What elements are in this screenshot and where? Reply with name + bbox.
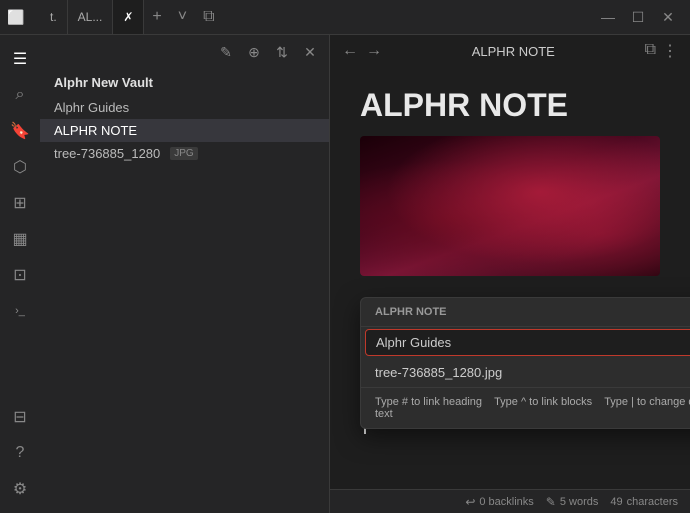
backlinks-status[interactable]: ↩ 0 backlinks: [465, 495, 533, 509]
new-folder-icon[interactable]: ⊕: [243, 41, 265, 63]
back-button[interactable]: ←: [342, 42, 358, 60]
tabs-area: t. AL... ✗ + ˅ ⧉: [40, 0, 594, 34]
tab-t-label: t.: [50, 10, 57, 24]
tab-chevron[interactable]: ˅: [170, 8, 195, 26]
titlebar-left: ⬜: [0, 9, 40, 25]
layers-sidebar-icon[interactable]: ⊡: [4, 259, 36, 291]
template-sidebar-icon[interactable]: ⊟: [4, 401, 36, 433]
tab-al-label: AL...: [78, 10, 103, 24]
sort-icon[interactable]: ⇅: [271, 41, 293, 63]
file-tree: Alphr Guides ALPHR NOTE tree-736885_1280…: [40, 96, 329, 513]
note-title: ALPHR NOTE: [360, 87, 660, 124]
search-sidebar-icon[interactable]: ⌕: [4, 79, 36, 111]
forward-button[interactable]: →: [366, 42, 382, 60]
titlebar-controls: — ☐ ✕: [594, 6, 690, 28]
editor-toolbar-right: ⧉ ⋮: [645, 41, 678, 61]
titlebar: ⬜ t. AL... ✗ + ˅ ⧉ — ☐ ✕: [0, 0, 690, 35]
tab-al[interactable]: AL...: [68, 0, 114, 34]
file-panel-toolbar: ✎ ⊕ ⇅ ✕: [40, 35, 329, 69]
minimize-button[interactable]: —: [594, 6, 622, 28]
autocomplete-dropdown: ALPHR NOTE Alphr Guides tree-736885_1280…: [360, 297, 690, 429]
tree-item-label: ALPHR NOTE: [54, 123, 137, 138]
note-image-inner: [360, 136, 660, 276]
calendar-sidebar-icon[interactable]: ▦: [4, 223, 36, 255]
chars-status: 49 characters: [610, 496, 678, 508]
tab-alphr[interactable]: ✗: [113, 0, 144, 34]
note-image: [360, 136, 660, 276]
grid-sidebar-icon[interactable]: ⊞: [4, 187, 36, 219]
editor-area: ← → ALPHR NOTE ⧉ ⋮ ALPHR NOTE ALPHR NOTE…: [330, 35, 690, 513]
tab-t[interactable]: t.: [40, 0, 68, 34]
autocomplete-header: ALPHR NOTE: [361, 298, 690, 327]
vault-name: Alphr New Vault: [40, 69, 329, 96]
edit-icon: ✎: [546, 495, 556, 509]
editor-title: ALPHR NOTE: [390, 44, 637, 59]
file-type-badge: JPG: [170, 147, 197, 160]
editor-toolbar: ← → ALPHR NOTE ⧉ ⋮: [330, 35, 690, 67]
more-options-icon[interactable]: ⋮: [662, 41, 678, 61]
backlinks-label: 0 backlinks: [479, 496, 533, 508]
chars-suffix: characters: [627, 496, 678, 508]
tree-item-alphr-note[interactable]: ALPHR NOTE: [40, 119, 329, 142]
chars-count: 49: [610, 496, 622, 508]
editor-content[interactable]: ALPHR NOTE ALPHR NOTE Alphr Guides tree-…: [330, 67, 690, 489]
layout-icon[interactable]: ⧉: [195, 8, 222, 26]
hint-link-heading: Type # to link heading: [375, 396, 482, 408]
main-layout: ☰ ⌕ 🔖 ⬡ ⊞ ▦ ⊡ ›_ ⊟ ? ⚙ ✎ ⊕ ⇅ ✕ Alphr New…: [0, 35, 690, 513]
words-status: ✎ 5 words: [546, 495, 599, 509]
terminal-sidebar-icon[interactable]: ›_: [4, 295, 36, 327]
settings-sidebar-icon[interactable]: ⚙: [4, 473, 36, 505]
tree-item-image[interactable]: tree-736885_1280 JPG: [40, 142, 329, 165]
add-tab-button[interactable]: +: [144, 8, 169, 26]
new-file-icon[interactable]: ✎: [215, 41, 237, 63]
tree-item-label: tree-736885_1280: [54, 146, 160, 161]
sidebar-icons: ☰ ⌕ 🔖 ⬡ ⊞ ▦ ⊡ ›_ ⊟ ? ⚙: [0, 35, 40, 513]
file-panel: ✎ ⊕ ⇅ ✕ Alphr New Vault Alphr Guides ALP…: [40, 35, 330, 513]
graph-sidebar-icon[interactable]: ⬡: [4, 151, 36, 183]
files-sidebar-icon[interactable]: ☰: [4, 43, 36, 75]
words-label: 5 words: [560, 496, 599, 508]
sidebar-icons-bottom: ⊟ ? ⚙: [4, 401, 36, 513]
tree-item-alphr-guides[interactable]: Alphr Guides: [40, 96, 329, 119]
autocomplete-hint: Type # to link heading Type ^ to link bl…: [361, 387, 690, 428]
maximize-button[interactable]: ☐: [624, 6, 652, 28]
backlinks-icon: ↩: [465, 495, 475, 509]
tree-item-label: Alphr Guides: [54, 100, 129, 115]
status-bar: ↩ 0 backlinks ✎ 5 words 49 characters: [330, 489, 690, 513]
reader-icon[interactable]: ⧉: [645, 41, 656, 61]
autocomplete-item-tree[interactable]: tree-736885_1280.jpg: [361, 358, 690, 387]
close-panel-icon[interactable]: ✕: [299, 41, 321, 63]
autocomplete-item-alphr-guides[interactable]: Alphr Guides: [365, 329, 690, 356]
help-sidebar-icon[interactable]: ?: [4, 437, 36, 469]
close-button[interactable]: ✕: [654, 6, 682, 28]
app-icon: ⬜: [8, 9, 24, 25]
bookmarks-sidebar-icon[interactable]: 🔖: [4, 115, 36, 147]
hint-link-blocks: Type ^ to link blocks: [494, 396, 592, 408]
tab-alphr-icon: ✗: [123, 10, 133, 24]
